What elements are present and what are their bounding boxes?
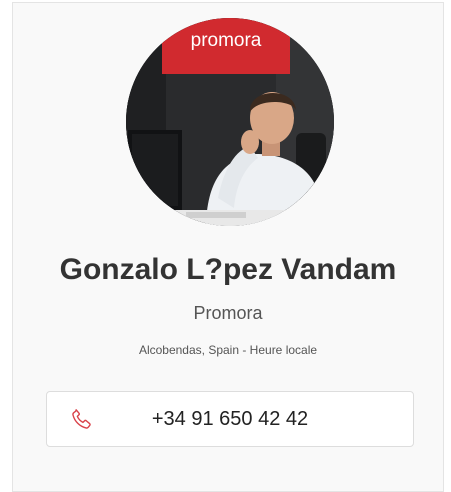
phone-button[interactable]: +34 91 650 42 42 (46, 391, 414, 447)
profile-location: Alcobendas, Spain - Heure locale (138, 343, 318, 357)
profile-company: Promora (193, 303, 263, 323)
phone-number[interactable]: +34 91 650 42 42 (47, 408, 413, 431)
profile-card: promora Gonzalo L?pez Vandam Promora Alc… (12, 2, 444, 492)
profile-photo: promora (126, 18, 334, 226)
profile-name: Gonzalo L?pez Vandam (59, 253, 397, 286)
photo-sign-text: promora (191, 30, 262, 51)
